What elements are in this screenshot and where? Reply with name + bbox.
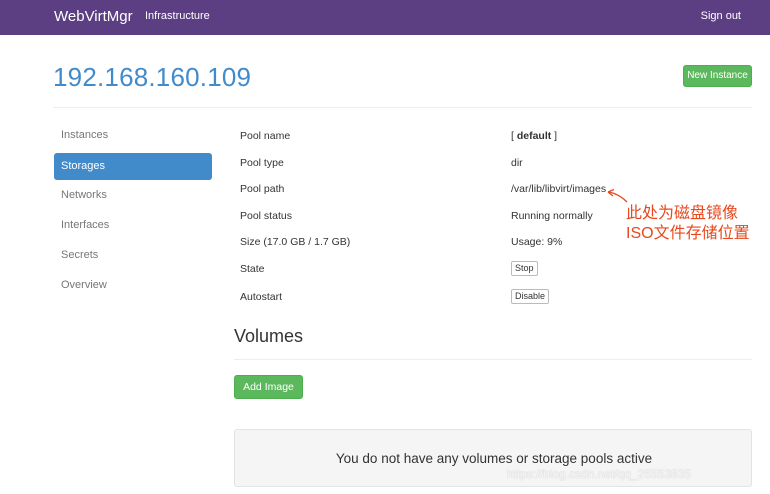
top-navbar: WebVirtMgr Infrastructure Sign out [0, 0, 770, 35]
sidebar-item-overview[interactable]: Overview [54, 272, 212, 299]
nav-link-infrastructure[interactable]: Infrastructure [145, 10, 210, 22]
pool-type-label: Pool type [240, 157, 284, 169]
sidebar-item-secrets[interactable]: Secrets [54, 242, 212, 269]
empty-volumes-message: You do not have any volumes or storage p… [335, 451, 653, 466]
header-divider [53, 107, 752, 108]
pool-usage-value: Usage: 9% [511, 236, 563, 248]
volumes-divider [234, 359, 752, 360]
sidebar-item-interfaces[interactable]: Interfaces [54, 212, 212, 239]
pool-name-label: Pool name [240, 130, 291, 142]
annotation-line-1: 此处为磁盘镜像 [626, 205, 739, 222]
disable-autostart-button[interactable]: Disable [511, 289, 550, 304]
brand-logo[interactable]: WebVirtMgr [54, 8, 133, 25]
pool-path-label: Pool path [240, 183, 285, 195]
sidebar-item-instances[interactable]: Instances [54, 122, 212, 149]
volumes-heading: Volumes [234, 326, 304, 346]
pool-size-label: Size (17.0 GB / 1.7 GB) [240, 236, 351, 248]
pool-path-value: /var/lib/libvirt/images [511, 183, 607, 195]
annotation-line-2: ISO文件存储位置 [626, 225, 750, 242]
annotation-note: 此处为磁盘镜像 ISO文件存储位置 [626, 204, 768, 244]
pool-name-text: default [516, 130, 552, 142]
add-image-button[interactable]: Add Image [234, 375, 303, 399]
sidebar-item-storages[interactable]: Storages [54, 153, 212, 180]
pool-status-value: Running normally [511, 210, 593, 222]
sidebar-item-networks[interactable]: Networks [54, 182, 212, 209]
watermark-text: https://blog.csdn.net/qq_26553835 [507, 467, 692, 481]
sign-out-link[interactable]: Sign out [701, 10, 741, 22]
autostart-label: Autostart [240, 291, 283, 303]
pool-type-value: dir [511, 157, 523, 169]
pool-state-label: State [240, 263, 265, 275]
stop-button[interactable]: Stop [511, 261, 538, 276]
pool-name-bracket-right: ] [551, 130, 558, 142]
new-instance-button[interactable]: New Instance [683, 65, 752, 87]
pool-status-label: Pool status [240, 210, 292, 222]
page-title: 192.168.160.109 [53, 62, 252, 92]
pool-name-value: [ default ] [511, 130, 557, 142]
